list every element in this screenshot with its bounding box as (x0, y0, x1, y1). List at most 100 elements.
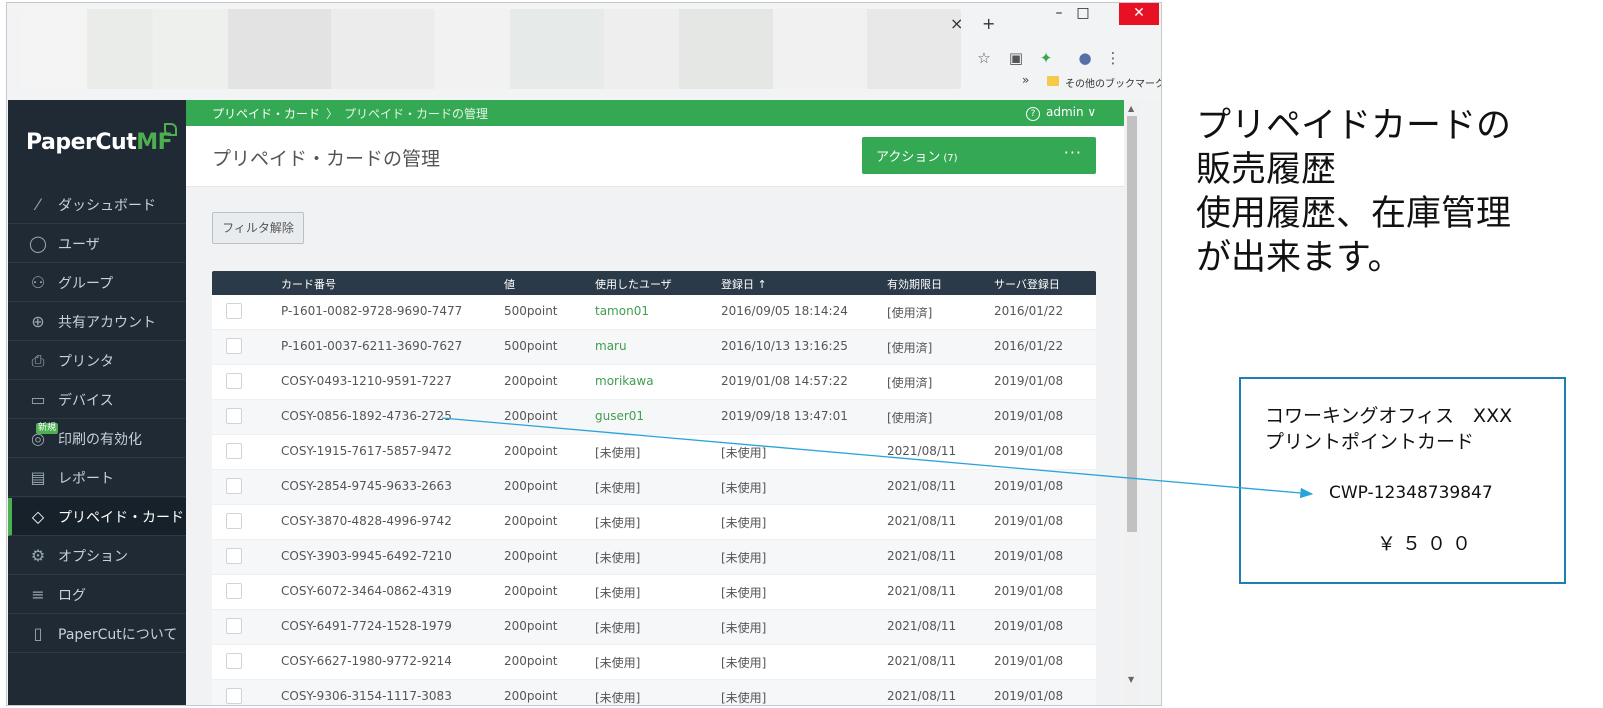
row-checkbox[interactable] (226, 618, 242, 634)
table-cell: 2019/01/08 (994, 409, 1064, 423)
table-row[interactable]: P-1601-0037-6211-3690-7627 500point maru 20… (212, 330, 1096, 365)
table-cell: [未使用] (721, 621, 767, 635)
logo[interactable]: PaperCutMF (26, 130, 173, 155)
new-badge: 新規 (36, 423, 59, 434)
sidebar-item[interactable]: ▯ PaperCutについて (8, 615, 186, 653)
sidebar-item[interactable]: ⎙ プリンタ (8, 342, 186, 380)
sidebar-item-label: オプション (58, 549, 128, 565)
table-row[interactable]: COSY-0856-1892-4736-2725 200point guser01 2… (212, 400, 1096, 435)
row-checkbox[interactable] (226, 338, 242, 354)
sidebar-item[interactable]: ◎ 印刷の有効化 新規 (8, 420, 186, 458)
sidebar-item[interactable]: ⊕ 共有アカウント (8, 303, 186, 341)
row-checkbox[interactable] (226, 653, 242, 669)
sidebar-item-label: プリンタ (58, 354, 114, 370)
star-icon[interactable]: ☆ (973, 47, 995, 69)
table-row[interactable]: COSY-9306-3154-1117-3083 200point [未使用] [未使… (212, 680, 1096, 705)
table-cell: 2021/08/11 (887, 514, 957, 528)
leaf-icon (164, 123, 177, 136)
window-close-icon[interactable]: ✕ (1119, 3, 1159, 25)
extension-icon[interactable]: ▣ (1005, 47, 1027, 69)
table-cell: [未使用] (721, 481, 767, 495)
table-row[interactable]: COSY-1915-7617-5857-9472 200point [未使用] [未使… (212, 435, 1096, 470)
menu-kebab-icon[interactable]: ⋮ (1102, 47, 1124, 69)
sidebar-item[interactable]: ≡ ログ (8, 576, 186, 614)
chart-line-icon: ⁄ (36, 195, 40, 214)
table-cell: COSY-6491-7724-1528-1979 (281, 619, 452, 633)
other-bookmarks-link[interactable]: その他のブックマーク (1065, 75, 1161, 90)
table-row[interactable]: COSY-3903-9945-6492-7210 200point [未使用] [未使… (212, 540, 1096, 575)
logo-text: PaperCut (26, 130, 137, 155)
minimize-icon[interactable]: – (1047, 3, 1071, 25)
row-checkbox[interactable] (226, 408, 242, 424)
table-cell: 200point (504, 654, 558, 668)
sidebar-item[interactable]: ⚇ グループ (8, 264, 186, 302)
table-cell: COSY-0856-1892-4736-2725 (281, 409, 452, 423)
row-checkbox[interactable] (226, 688, 242, 704)
close-tab-icon[interactable]: × (950, 14, 963, 34)
user-menu-label: admin ∨ (1046, 105, 1097, 119)
sidebar-item[interactable]: ▤ レポート (8, 459, 186, 497)
table-cell: [使用済] (887, 376, 933, 390)
card-type: プリントポイントカード (1265, 431, 1475, 453)
table-cell: 2019/01/08 (994, 584, 1064, 598)
sidebar-item[interactable]: ⁄ ダッシュボード (8, 186, 186, 224)
new-tab-button[interactable]: + (982, 14, 995, 34)
scroll-up-icon[interactable]: ▲ (1128, 104, 1134, 113)
table-row[interactable]: COSY-0493-1210-9591-7227 200point morikawa… (212, 365, 1096, 400)
table-row[interactable]: COSY-6491-7724-1528-1979 200point [未使用] [未使… (212, 610, 1096, 645)
breadcrumb-item-current: プリペイド・カードの管理 (344, 107, 489, 121)
user-link[interactable]: guser01 (595, 409, 644, 423)
table-cell: P-1601-0037-6211-3690-7627 (281, 339, 463, 353)
row-checkbox[interactable] (226, 303, 242, 319)
table-cell: 2016/10/13 13:16:25 (721, 339, 848, 353)
table-row[interactable]: COSY-6072-3464-0862-4319 200point [未使用] [未使… (212, 575, 1096, 610)
table-cell: [未使用] (595, 656, 641, 670)
card-illustration: コワーキングオフィス XXX プリントポイントカード CWP-123487398… (1239, 377, 1566, 584)
action-button[interactable]: アクション (7) ··· (862, 137, 1096, 174)
row-checkbox[interactable] (226, 373, 242, 389)
row-checkbox[interactable] (226, 478, 242, 494)
table-cell: [未使用] (595, 621, 641, 635)
sidebar-item[interactable]: ⚙ オプション (8, 537, 186, 575)
sidebar-item-label: レポート (58, 471, 114, 487)
table-cell: 200point (504, 619, 558, 633)
table-row[interactable]: P-1601-0082-9728-9690-7477 500point tamon0… (212, 295, 1096, 330)
user-menu[interactable]: ? admin ∨ (1026, 105, 1096, 121)
row-checkbox[interactable] (226, 513, 242, 529)
user-link[interactable]: morikawa (595, 374, 654, 388)
table-row[interactable]: COSY-6627-1980-9772-9214 200point [未使用] [未使… (212, 645, 1096, 680)
scrollbar-thumb[interactable] (1127, 116, 1137, 532)
annotation-line: 販売履歴 (1196, 150, 1337, 190)
clear-filter-button[interactable]: フィルタ解除 (212, 212, 304, 244)
gear-icon: ⚙ (30, 546, 46, 565)
row-checkbox[interactable] (226, 583, 242, 599)
table-row[interactable]: COSY-2854-9745-9633-2663 200point [未使用] [未使… (212, 470, 1096, 505)
table-cell: [未使用] (721, 516, 767, 530)
column-header[interactable]: 登録日 ↑ (721, 276, 767, 292)
maximize-icon[interactable]: □ (1071, 3, 1095, 25)
about-icon: ▯ (33, 624, 43, 643)
scroll-down-icon[interactable]: ▼ (1128, 675, 1134, 684)
table-body: P-1601-0082-9728-9690-7477 500point tamon0… (212, 295, 1096, 705)
table-cell: COSY-0493-1210-9591-7227 (281, 374, 452, 388)
breadcrumb-item-prepaid[interactable]: プリペイド・カード (212, 107, 320, 121)
help-icon[interactable]: ? (1026, 107, 1040, 121)
column-header: カード番号 (281, 278, 336, 291)
table-row[interactable]: COSY-3870-4828-4996-9742 200point [未使用] [未使… (212, 505, 1096, 540)
user-link[interactable]: maru (595, 339, 627, 353)
prepaid-card-table: カード番号 値 使用したユーザ 登録日 ↑ 有効期限日 サーバ登録日 P-1601-008… (212, 271, 1096, 705)
user-icon: ◯ (29, 234, 47, 253)
row-checkbox[interactable] (226, 443, 242, 459)
table-cell: 2019/01/08 (994, 479, 1064, 493)
table-cell: COSY-3903-9945-6492-7210 (281, 549, 452, 563)
user-link[interactable]: tamon01 (595, 304, 649, 318)
row-checkbox[interactable] (226, 548, 242, 564)
bookmarks-more-icon[interactable]: » (1022, 73, 1029, 87)
sidebar-item[interactable]: ◯ ユーザ (8, 225, 186, 263)
sidebar-item[interactable]: ▭ デバイス (8, 381, 186, 419)
sidebar-item[interactable]: ◇ プリペイド・カード (8, 498, 186, 536)
google-extension-icon[interactable]: ✦ (1035, 47, 1057, 69)
more-options-icon[interactable]: ··· (1064, 143, 1082, 162)
table-cell: 200point (504, 444, 558, 458)
avatar[interactable]: ● (1074, 47, 1096, 69)
